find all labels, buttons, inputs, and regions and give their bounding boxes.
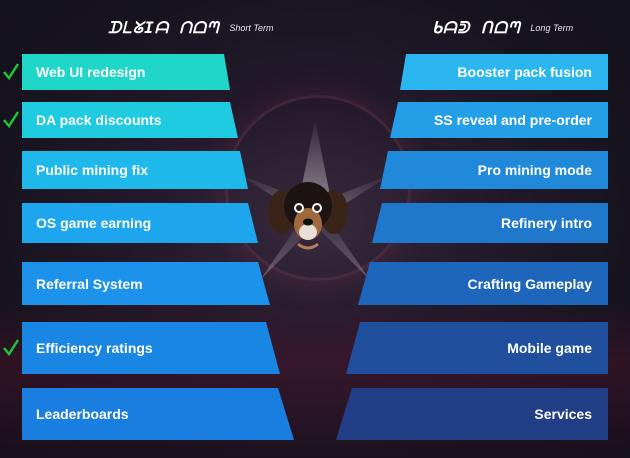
short-term-item: Web UI redesign bbox=[22, 54, 230, 90]
long-term-label: Long Term bbox=[530, 23, 574, 33]
long-term-item: Services bbox=[336, 388, 608, 440]
long-term-item: Mobile game bbox=[346, 322, 608, 374]
long-term-item: Pro mining mode bbox=[380, 151, 608, 189]
short-term-item: Public mining fix bbox=[22, 151, 248, 189]
short-term-item: DA pack discounts bbox=[22, 102, 238, 138]
short-term-header: ᗪᒪᘜIᗩ ᑎᗝᘉ Short Term bbox=[108, 18, 274, 38]
short-term-item: OS game earning bbox=[22, 203, 258, 243]
check-icon bbox=[3, 111, 20, 129]
puppy-mascot-icon bbox=[268, 182, 348, 250]
check-icon bbox=[3, 339, 20, 357]
long-term-item: Booster pack fusion bbox=[400, 54, 608, 90]
short-term-item: Efficiency ratings bbox=[22, 322, 280, 374]
short-term-glyph-title: ᗪᒪᘜIᗩ ᑎᗝᘉ bbox=[108, 18, 220, 37]
long-term-item: SS reveal and pre-order bbox=[390, 102, 608, 138]
short-term-item: Leaderboards bbox=[22, 388, 294, 440]
long-term-glyph-title: ᑲᗩᕲ ᑎᗝᘉ bbox=[432, 18, 521, 37]
long-term-header: ᑲᗩᕲ ᑎᗝᘉ Long Term bbox=[432, 18, 573, 38]
long-term-item: Crafting Gameplay bbox=[358, 262, 608, 305]
short-term-item: Referral System bbox=[22, 262, 270, 305]
long-term-item: Refinery intro bbox=[372, 203, 608, 243]
check-icon bbox=[3, 63, 20, 81]
short-term-label: Short Term bbox=[229, 23, 274, 33]
